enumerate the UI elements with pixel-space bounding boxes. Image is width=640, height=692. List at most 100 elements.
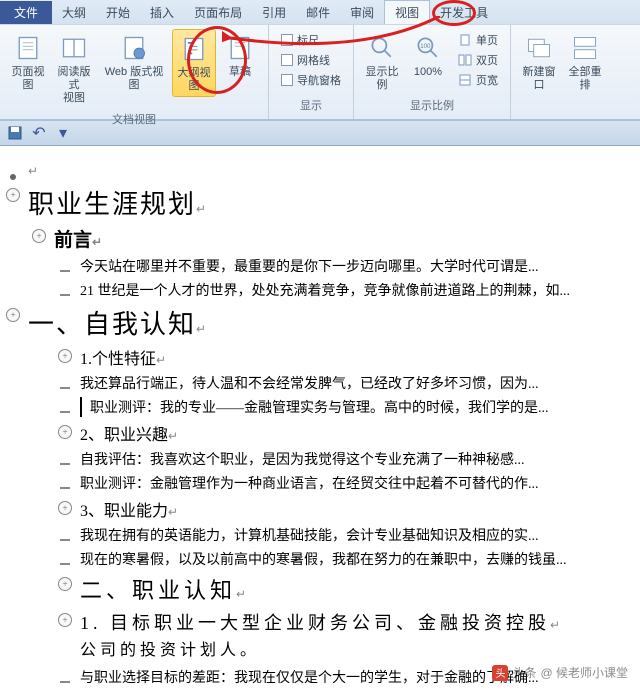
expand-icon[interactable]: +	[32, 229, 46, 243]
btn-web-layout[interactable]: Web 版式视图	[98, 29, 170, 95]
group-label: 显示	[275, 95, 347, 115]
expand-icon[interactable]: +	[58, 425, 72, 439]
web-icon	[118, 32, 150, 64]
ribbon-body: 页面视图 阅读版式 视图 Web 版式视图 大纲视图 草稿	[0, 24, 640, 119]
outline-text[interactable]: 1. 目标职业一大型企业财务公司、金融投资控股↵	[80, 609, 640, 635]
qat-save[interactable]	[6, 124, 24, 142]
zoom-icon	[366, 32, 398, 64]
arrange-icon	[569, 32, 601, 64]
outline-row[interactable]: +1. 目标职业一大型企业财务公司、金融投资控股↵	[0, 607, 640, 637]
outline-text[interactable]: 3、职业能力↵	[80, 497, 640, 521]
qat-undo[interactable]: ↶	[30, 124, 48, 142]
outline-text[interactable]: 现在的寒暑假，以及以前高中的寒暑假，我都在努力的在兼职中，去赚的钱虽...	[80, 549, 640, 569]
tab-references[interactable]: 引用	[252, 1, 296, 24]
body-marker-icon	[60, 563, 70, 565]
chk-nav-pane[interactable]: 导航窗格	[279, 71, 343, 89]
expand-icon[interactable]: +	[58, 577, 72, 591]
tab-page-layout[interactable]: 页面布局	[184, 1, 252, 24]
outline-text[interactable]: 2、职业兴趣↵	[80, 421, 640, 445]
outline-row[interactable]: ↵	[0, 162, 640, 182]
body-marker-icon	[60, 539, 70, 541]
outline-row[interactable]: 我还算品行端正，待人温和不会经常发脾气，已经改了好多坏习惯，因为...	[0, 371, 640, 395]
tab-developer[interactable]: 开发工具	[430, 1, 498, 24]
outline-text[interactable]: 职业测评：我的专业——金融管理实务与管理。高中的时候，我们学的是...	[80, 397, 640, 417]
qat-more[interactable]: ▾	[54, 124, 72, 142]
btn-arrange-all[interactable]: 全部重排	[563, 29, 607, 95]
draft-icon	[224, 32, 256, 64]
outline-text[interactable]: 自我评估：我喜欢这个职业，是因为我觉得这个专业充满了一种神秘感...	[80, 449, 640, 469]
btn-one-page[interactable]: 单页	[456, 31, 500, 49]
outline-row[interactable]: + 前言↵	[0, 223, 640, 254]
body-marker-icon	[60, 487, 70, 489]
tab-home[interactable]: 开始	[96, 1, 140, 24]
document-body[interactable]: ↵ + 职业生涯规划↵ + 前言↵ 今天站在哪里并不重要，最重要的是你下一步迈向哪里。大学…	[0, 146, 640, 692]
tab-insert[interactable]: 插入	[140, 1, 184, 24]
outline-text[interactable]: 前言↵	[54, 225, 640, 252]
btn-page-width[interactable]: 页宽	[456, 71, 500, 89]
watermark-logo: 头	[492, 665, 508, 681]
outline-text[interactable]: 职业测评：金融管理作为一种商业语言，在经贸交往中起着不可替代的作...	[80, 473, 640, 493]
outline-text[interactable]: 我现在拥有的英语能力，计算机基础技能，会计专业基础知识及相应的实...	[80, 525, 640, 545]
outline-row[interactable]: 自我评估：我喜欢这个职业，是因为我觉得这个专业充满了一种神秘感...	[0, 447, 640, 471]
body-marker-icon	[60, 463, 70, 465]
outline-text[interactable]: 职业生涯规划↵	[28, 184, 640, 221]
btn-zoom[interactable]: 显示比例	[360, 29, 404, 95]
btn-print-layout[interactable]: 页面视图	[6, 29, 50, 95]
outline-row[interactable]: +2、职业兴趣↵	[0, 419, 640, 447]
outline-row[interactable]: 职业测评：金融管理作为一种商业语言，在经贸交往中起着不可替代的作...	[0, 471, 640, 495]
btn-draft[interactable]: 草稿	[218, 29, 262, 82]
btn-two-pages[interactable]: 双页	[456, 51, 500, 69]
outline-text[interactable]: 1.个性特征↵	[80, 345, 640, 369]
group-window: 新建窗口 全部重排	[511, 25, 613, 119]
outline-text[interactable]: ↵	[28, 164, 640, 180]
outline-row[interactable]: 现在的寒暑假，以及以前高中的寒暑假，我都在努力的在兼职中，去赚的钱虽...	[0, 547, 640, 571]
outline-text[interactable]: 二、职业认知↵	[80, 573, 640, 605]
body-marker-icon	[60, 294, 70, 296]
outline-row[interactable]: + 二、职业认知↵	[0, 571, 640, 607]
expand-icon[interactable]: +	[6, 308, 20, 322]
outline-row[interactable]: +3、职业能力↵	[0, 495, 640, 523]
chk-ruler[interactable]: 标尺	[279, 31, 343, 49]
outline-text[interactable]: 今天站在哪里并不重要，最重要的是你下一步迈向哪里。大学时代可谓是...	[80, 256, 640, 276]
outline-row[interactable]: 公司的投资计划人。	[0, 637, 640, 665]
outline-text[interactable]: 一、自我认知↵	[28, 304, 640, 341]
new-window-icon	[523, 32, 555, 64]
outline-row[interactable]: + 职业生涯规划↵	[0, 182, 640, 223]
btn-outline-view[interactable]: 大纲视图	[172, 29, 216, 97]
group-zoom: 显示比例 100 100% 单页 双页 页宽 显示比例	[354, 25, 511, 119]
expand-icon[interactable]: +	[6, 188, 20, 202]
outline-text[interactable]: 我还算品行端正，待人温和不会经常发脾气，已经改了好多坏习惯，因为...	[80, 373, 640, 393]
outline-text[interactable]: 公司的投资计划人。	[80, 639, 640, 663]
tab-review[interactable]: 审阅	[340, 1, 384, 24]
outline-row[interactable]: 今天站在哪里并不重要，最重要的是你下一步迈向哪里。大学时代可谓是...	[0, 254, 640, 278]
tab-mailings[interactable]: 邮件	[296, 1, 340, 24]
chk-gridlines[interactable]: 网格线	[279, 51, 343, 69]
tab-view[interactable]: 视图	[384, 0, 430, 24]
page-icon	[12, 32, 44, 64]
hundred-icon: 100	[412, 32, 444, 64]
btn-100[interactable]: 100 100%	[406, 29, 450, 82]
btn-new-window[interactable]: 新建窗口	[517, 29, 561, 95]
tab-file[interactable]: 文件	[0, 1, 52, 24]
outline-row[interactable]: 职业测评：我的专业——金融管理实务与管理。高中的时候，我们学的是...	[0, 395, 640, 419]
tab-outline[interactable]: 大纲	[52, 1, 96, 24]
body-marker-icon	[60, 681, 70, 683]
group-show: 标尺 网格线 导航窗格 显示	[269, 25, 354, 119]
book-icon	[58, 32, 90, 64]
body-marker-icon	[60, 411, 70, 413]
body-marker-icon	[60, 387, 70, 389]
btn-reading-layout[interactable]: 阅读版式 视图	[52, 29, 96, 109]
outline-row[interactable]: 21 世纪是一个人才的世界，处处充满着竞争，竞争就像前进道路上的荆棘，如...	[0, 278, 640, 302]
expand-icon[interactable]: +	[58, 613, 72, 627]
ribbon-tabs: 文件 大纲 开始 插入 页面布局 引用 邮件 审阅 视图 开发工具	[0, 0, 640, 24]
expand-icon[interactable]: +	[58, 349, 72, 363]
outline-row[interactable]: 我现在拥有的英语能力，计算机基础技能，会计专业基础知识及相应的实...	[0, 523, 640, 547]
outline-text[interactable]: 21 世纪是一个人才的世界，处处充满着竞争，竞争就像前进道路上的荆棘，如...	[80, 280, 640, 300]
outline-icon	[178, 33, 210, 65]
group-label: 显示比例	[360, 95, 504, 115]
body-marker-icon	[60, 270, 70, 272]
expand-icon[interactable]: +	[58, 501, 72, 515]
group-document-views: 页面视图 阅读版式 视图 Web 版式视图 大纲视图 草稿	[0, 25, 269, 119]
outline-row[interactable]: + 一、自我认知↵	[0, 302, 640, 343]
outline-row[interactable]: +1.个性特征↵	[0, 343, 640, 371]
